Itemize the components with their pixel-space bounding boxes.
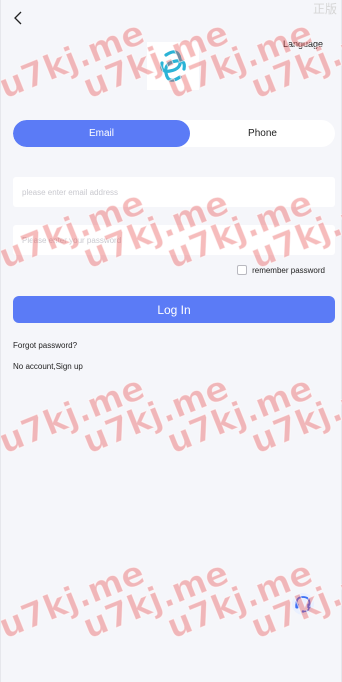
remember-password-toggle[interactable]: remember password [237, 265, 325, 275]
logo-icon [160, 50, 186, 82]
password-field-container [13, 225, 335, 255]
remember-label: remember password [252, 265, 325, 275]
language-selector[interactable]: Language [283, 39, 323, 49]
watermark-text: u7kj.me [77, 367, 235, 463]
customer-support-button[interactable] [291, 592, 315, 616]
back-button[interactable] [9, 8, 29, 28]
email-input[interactable] [13, 177, 335, 207]
chevron-left-icon [14, 11, 22, 25]
watermark-text: u7kj.me [161, 367, 319, 463]
login-method-tabs: Email Phone [13, 120, 335, 147]
watermark-text: u7kj.me [245, 12, 342, 108]
password-input[interactable] [13, 225, 335, 255]
remember-checkbox[interactable] [237, 265, 248, 275]
tab-email[interactable]: Email [13, 120, 190, 147]
watermark-text: u7kj.me [1, 367, 151, 463]
watermark-text: u7kj.me [245, 367, 342, 463]
no-account-text: No account, [13, 362, 56, 371]
tab-phone[interactable]: Phone [190, 120, 335, 147]
login-button[interactable]: Log In [13, 296, 335, 323]
watermark-text: u7kj.me [1, 552, 151, 648]
app-logo [147, 42, 199, 90]
forgot-password-link[interactable]: Forgot password? [13, 341, 77, 350]
signup-row: No account,Sign up [13, 362, 83, 371]
headset-icon [292, 593, 314, 615]
corner-text: 正版 [312, 2, 337, 16]
email-field-container [13, 177, 335, 207]
login-page: 正版 Language Email Phone remember passwor… [0, 0, 342, 682]
watermark-text: u7kj.me [77, 552, 235, 648]
signup-link[interactable]: Sign up [56, 362, 83, 371]
